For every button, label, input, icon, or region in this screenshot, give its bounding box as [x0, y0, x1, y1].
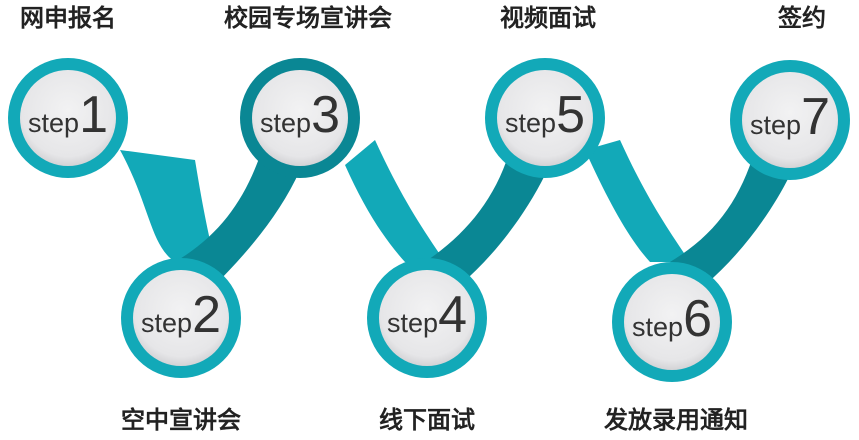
- step-3-word: step: [260, 108, 311, 138]
- process-flow-graphic: step1 step2 step3 step4 step5 step6 step…: [8, 58, 850, 382]
- step-5-number: 5: [556, 86, 585, 144]
- step-1-word: step: [28, 108, 79, 138]
- step-1-node: step1: [8, 58, 128, 178]
- step-5-title: 视频面试: [500, 4, 596, 32]
- connector-5-6: [585, 140, 690, 262]
- step-7-node: step7: [730, 60, 850, 180]
- step-7-word: step: [750, 110, 801, 140]
- step-6-number: 6: [683, 290, 712, 348]
- step-3-number: 3: [311, 86, 340, 144]
- step-6-node: step6: [612, 262, 732, 382]
- step-4-word: step: [387, 308, 438, 338]
- step-4-title: 线下面试: [379, 406, 475, 434]
- step-2-title: 空中宣讲会: [121, 406, 241, 434]
- step-3-node: step3: [240, 58, 360, 178]
- step-2-word: step: [141, 308, 192, 338]
- step-4-number: 4: [438, 286, 467, 344]
- step-1-title: 网申报名: [20, 4, 116, 32]
- connector-3-4: [345, 140, 445, 262]
- step-7-title: 签约: [778, 4, 826, 32]
- step-2-node: step2: [121, 258, 241, 378]
- step-7-number: 7: [801, 88, 830, 146]
- step-6-word: step: [632, 312, 683, 342]
- step-1-number: 1: [79, 86, 108, 144]
- step-3-title: 校园专场宣讲会: [224, 4, 392, 32]
- step-6-title: 发放录用通知: [604, 406, 748, 434]
- connector-bands: [120, 140, 790, 285]
- step-5-node: step5: [485, 58, 605, 178]
- step-4-node: step4: [367, 258, 487, 378]
- step-5-word: step: [505, 108, 556, 138]
- step-2-number: 2: [192, 286, 221, 344]
